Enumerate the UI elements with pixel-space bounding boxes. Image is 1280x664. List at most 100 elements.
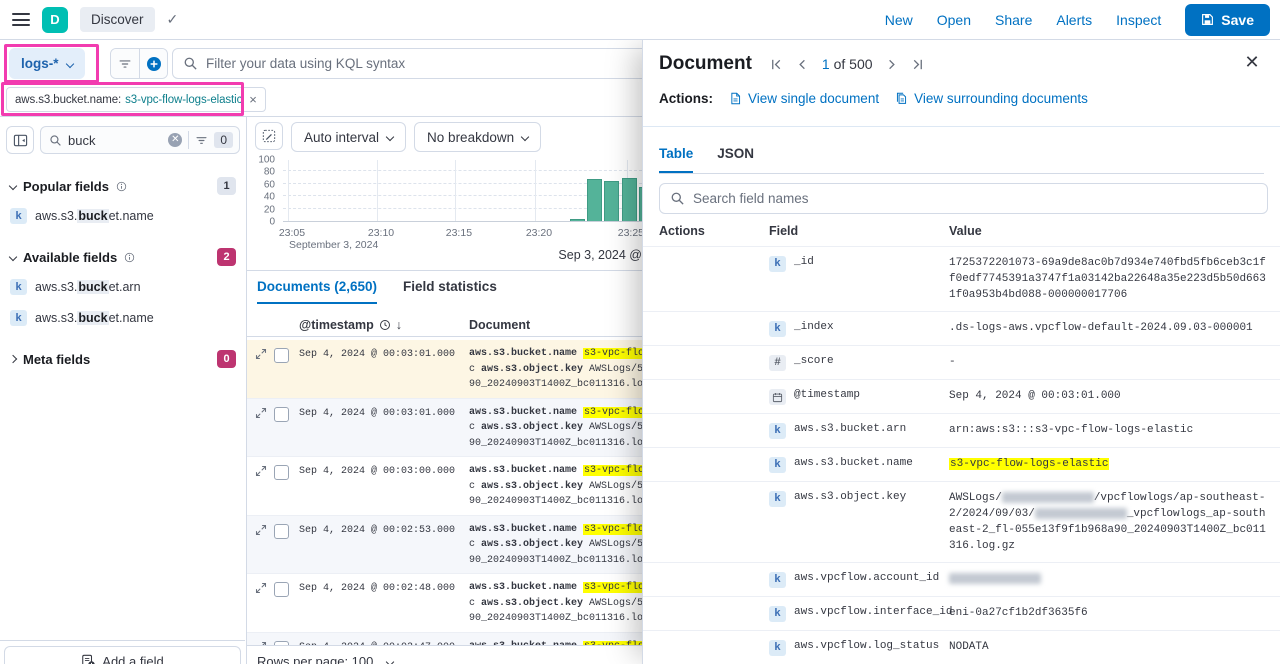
edit-visualization-button[interactable] — [255, 122, 283, 150]
last-page-icon[interactable] — [907, 53, 929, 75]
menu-icon[interactable] — [12, 13, 30, 26]
row-checkbox[interactable] — [274, 582, 289, 597]
chevron-down-icon — [521, 133, 529, 141]
kql-search-input[interactable]: Filter your data using KQL syntax — [172, 48, 642, 79]
sort-desc-icon[interactable]: ↓ — [396, 318, 402, 332]
info-icon — [116, 181, 127, 192]
table-row[interactable]: Sep 4, 2024 @ 00:02:48.000 aws.s3.bucket… — [247, 574, 642, 633]
breakdown-dropdown[interactable]: No breakdown — [414, 122, 541, 152]
section-header[interactable]: Meta fields 0 — [8, 346, 238, 372]
field-row[interactable]: k_id 1725372201073-69a9de8ac0b7d934e740f… — [643, 246, 1280, 311]
rows-per-page[interactable]: Rows per page: 100 — [247, 645, 642, 664]
keyword-type-icon: k — [769, 457, 786, 473]
sidebar-sections: Popular fields 1 k aws.s3.bucket.name Av… — [0, 163, 246, 376]
histogram-bar[interactable] — [604, 181, 619, 221]
field-row[interactable]: kaws.vpcflow.log_status NODATA — [643, 630, 1280, 664]
row-checkbox[interactable] — [274, 348, 289, 363]
collapse-panel-icon — [13, 133, 28, 148]
expand-document-icon[interactable] — [255, 407, 267, 419]
nav-alerts[interactable]: Alerts — [1056, 12, 1092, 28]
nav-inspect[interactable]: Inspect — [1116, 12, 1161, 28]
row-checkbox[interactable] — [274, 524, 289, 539]
table-row[interactable]: Sep 4, 2024 @ 00:02:53.000 aws.s3.bucket… — [247, 516, 642, 575]
field-search-input[interactable]: buck ✕ 0 — [40, 126, 240, 154]
view-single-document-link[interactable]: View single document — [729, 91, 879, 106]
nav-new[interactable]: New — [885, 12, 913, 28]
timestamp-column-header[interactable]: @timestamp ↓ — [299, 318, 469, 332]
row-actions — [659, 320, 769, 337]
row-actions — [659, 255, 769, 303]
field-name: aws.s3.bucket.name — [794, 457, 913, 469]
table-row[interactable]: Sep 4, 2024 @ 00:03:01.000 aws.s3.bucket… — [247, 340, 642, 399]
section-label: Popular fields — [23, 179, 109, 194]
field-value: AWSLogs//vpcflowlogs/ap-southeast-2/2024… — [949, 490, 1266, 554]
row-actions — [659, 605, 769, 622]
breadcrumb[interactable]: Discover — [80, 7, 155, 32]
remove-filter-icon[interactable]: × — [249, 92, 257, 107]
nav-open[interactable]: Open — [937, 12, 971, 28]
expand-document-icon[interactable] — [255, 465, 267, 477]
filter-pill[interactable]: aws.s3.bucket.name: s3-vpc-flow-logs-ela… — [6, 87, 266, 112]
histogram-chart[interactable]: 020406080100 23:0523:1023:1523:2023:25 S… — [247, 157, 642, 247]
field-name: _id — [794, 256, 814, 268]
table-row[interactable]: Sep 4, 2024 @ 00:03:00.000 aws.s3.bucket… — [247, 457, 642, 516]
row-document-preview: aws.s3.bucket.name s3-vpc-flow-logs-elas… — [469, 463, 642, 510]
close-icon[interactable]: ✕ — [1240, 50, 1264, 74]
field-row[interactable]: kaws.s3.object.key AWSLogs//vpcflowlogs/… — [643, 481, 1280, 562]
field-row[interactable]: kaws.vpcflow.interface_id eni-0a27cf1b2d… — [643, 596, 1280, 630]
tab-table[interactable]: Table — [659, 146, 693, 173]
section-header[interactable]: Popular fields 1 — [8, 173, 238, 199]
expand-document-icon[interactable] — [255, 348, 267, 360]
tab-documents[interactable]: Documents (2,650) — [257, 279, 377, 304]
next-page-icon[interactable] — [881, 53, 903, 75]
clear-search-icon[interactable]: ✕ — [168, 133, 182, 147]
tab-field-statistics[interactable]: Field statistics — [403, 279, 497, 304]
filter-menu-button[interactable] — [111, 49, 139, 78]
histogram-bar[interactable] — [622, 178, 637, 221]
field-value: eni-0a27cf1b2df3635f6 — [949, 605, 1266, 622]
field-row[interactable]: kaws.s3.bucket.name s3-vpc-flow-logs-ela… — [643, 447, 1280, 481]
data-view-picker[interactable]: logs-* — [9, 48, 85, 79]
first-page-icon[interactable] — [766, 53, 788, 75]
field-name: aws.s3.bucket.arn — [35, 280, 141, 294]
save-icon — [1201, 13, 1214, 26]
add-filter-button[interactable] — [139, 49, 167, 78]
section-header[interactable]: Available fields 2 — [8, 244, 238, 270]
keyword-type-icon: k — [769, 572, 786, 588]
field-list-item[interactable]: k aws.s3.bucket.name — [8, 202, 238, 230]
row-checkbox[interactable] — [274, 465, 289, 480]
x-tick-label: 23:10 — [368, 227, 394, 239]
expand-document-icon[interactable] — [255, 582, 267, 594]
search-placeholder: Search field names — [693, 191, 809, 206]
space-avatar[interactable]: D — [42, 7, 68, 33]
field-name-search-input[interactable]: Search field names — [659, 183, 1268, 214]
field-row[interactable]: @timestamp Sep 4, 2024 @ 00:03:01.000 — [643, 379, 1280, 413]
filter-icon[interactable] — [195, 134, 208, 147]
field-list-item[interactable]: k aws.s3.bucket.arn — [8, 273, 238, 301]
keyword-type-icon: k — [769, 606, 786, 622]
view-surrounding-documents-link[interactable]: View surrounding documents — [895, 91, 1088, 106]
histogram-bar[interactable] — [587, 179, 602, 221]
field-name: _index — [794, 321, 834, 333]
expand-document-icon[interactable] — [255, 524, 267, 536]
field-row[interactable]: kaws.s3.bucket.arn arn:aws:s3:::s3-vpc-f… — [643, 413, 1280, 447]
field-row[interactable]: #_score - — [643, 345, 1280, 379]
row-checkbox[interactable] — [274, 407, 289, 422]
calendar-icon — [769, 389, 786, 405]
field-list-item[interactable]: k aws.s3.bucket.name — [8, 304, 238, 332]
save-button[interactable]: Save — [1185, 4, 1270, 36]
table-row[interactable]: Sep 4, 2024 @ 00:02:47.000 aws.s3.bucket… — [247, 633, 642, 646]
histogram-bar[interactable] — [570, 219, 585, 221]
field-row[interactable]: k_index .ds-logs-aws.vpcflow-default-202… — [643, 311, 1280, 345]
tab-json[interactable]: JSON — [717, 146, 754, 173]
field-row[interactable]: kaws.vpcflow.account_id — [643, 562, 1280, 596]
add-field-button[interactable]: Add a field — [4, 646, 241, 664]
collapse-sidebar-button[interactable] — [6, 126, 34, 154]
prev-page-icon[interactable] — [792, 53, 814, 75]
table-row[interactable]: Sep 4, 2024 @ 00:03:01.000 aws.s3.bucket… — [247, 399, 642, 458]
nav-share[interactable]: Share — [995, 12, 1032, 28]
interval-dropdown[interactable]: Auto interval — [291, 122, 406, 152]
x-tick-label: 23:20 — [526, 227, 552, 239]
redacted-value — [1035, 508, 1127, 519]
keyword-type-icon: k — [769, 256, 786, 272]
